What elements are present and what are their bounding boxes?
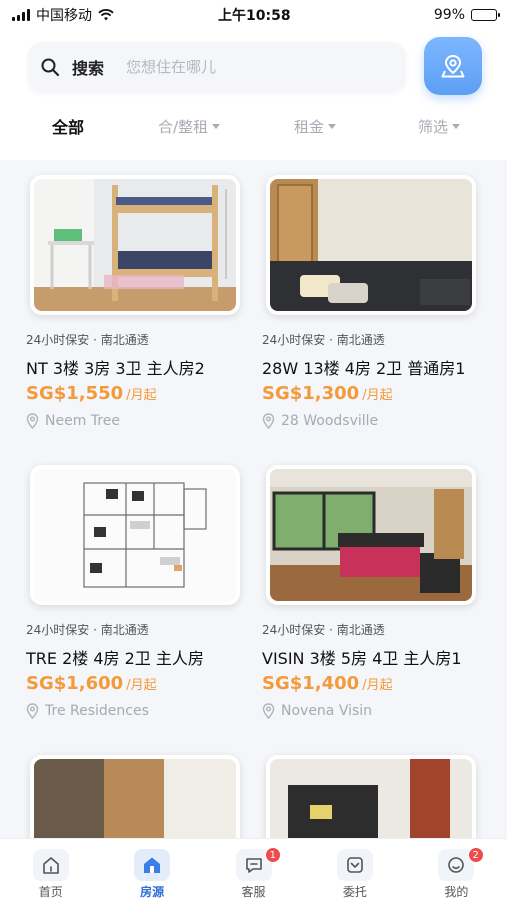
tab-profile[interactable]: 2 我的 (406, 839, 507, 900)
status-right: 99% (433, 7, 500, 23)
listing-tags: 24小时保安 · 南北通透 (262, 623, 385, 637)
status-bar: 中国移动 上午10:58 99% (0, 0, 507, 30)
tab-delegate-icon-wrap (336, 849, 373, 881)
listing-location-name: Neem Tree (45, 413, 120, 429)
tab-profile-label: 我的 (444, 885, 469, 899)
listing-photo[interactable] (266, 465, 476, 605)
listing-title: TRE 2楼 4房 2卫 主人房 (26, 649, 204, 668)
status-left: 中国移动 (12, 5, 114, 25)
caret-down-icon (328, 123, 337, 129)
filter-rent-type[interactable]: 合/整租 (158, 116, 221, 137)
tab-service-label: 客服 (241, 885, 266, 899)
chat-icon (245, 858, 262, 873)
tab-home-icon-wrap (32, 849, 69, 881)
carrier-name: 中国移动 (36, 8, 92, 24)
listing-price: SG$1,550 (26, 383, 124, 404)
battery-icon (471, 9, 500, 21)
location-pin-icon (26, 413, 39, 429)
signal-icon (12, 9, 30, 21)
filter-all-label: 全部 (52, 118, 85, 137)
location-pin-icon (26, 703, 39, 719)
listing-location-name: Novena Visin (281, 703, 373, 719)
tab-bar: 首页 房源 1 客服 委托 2 我的 (0, 838, 507, 900)
filter-more-label: 筛选 (418, 117, 449, 136)
filter-rent-label: 租金 (294, 117, 325, 136)
listing-tags: 24小时保安 · 南北通透 (262, 333, 385, 347)
tab-home[interactable]: 首页 (0, 839, 101, 900)
floor-plan-image (34, 469, 236, 601)
listing-location: Neem Tree (26, 413, 120, 429)
listing-photo[interactable] (266, 175, 476, 315)
listing-price-row: SG$1,600 /月起 (26, 673, 157, 694)
listing-location-name: 28 Woodsville (281, 413, 379, 429)
listing-photo[interactable] (30, 175, 240, 315)
caret-down-icon (212, 123, 221, 129)
search-label: 搜索 (72, 59, 105, 78)
listing-price-row: SG$1,550 /月起 (26, 383, 157, 404)
listing-tags: 24小时保安 · 南北通透 (26, 623, 149, 637)
filter-rent-type-label: 合/整租 (158, 117, 209, 136)
battery-percent: 99% (433, 7, 465, 23)
tab-delegate[interactable]: 委托 (304, 839, 405, 900)
map-location-icon (441, 54, 465, 78)
wifi-icon (98, 9, 114, 21)
tab-home-label: 首页 (38, 885, 63, 899)
listing-location: 28 Woodsville (262, 413, 378, 429)
listing-price-unit: /月起 (126, 388, 157, 403)
delegate-icon (347, 857, 363, 873)
tab-profile-badge: 2 (467, 847, 484, 863)
bedroom-window-image (270, 469, 472, 601)
search-input[interactable] (126, 58, 367, 76)
listing-location: Tre Residences (26, 703, 149, 719)
tab-delegate-label: 委托 (342, 885, 367, 899)
header-area: 搜索 全部 合/整租 租金 筛选 (0, 30, 507, 160)
filter-bar: 全部 合/整租 租金 筛选 (0, 108, 507, 144)
listing-price: SG$1,400 (262, 673, 360, 694)
filter-all[interactable]: 全部 (52, 114, 84, 138)
listing-price-unit: /月起 (362, 678, 393, 693)
profile-icon (448, 857, 465, 873)
listing-title: VISIN 3楼 5房 4卫 主人房1 (262, 649, 462, 668)
listing-price-unit: /月起 (362, 388, 393, 403)
tab-listings-label: 房源 (140, 885, 165, 899)
tab-listings-icon-wrap (134, 849, 171, 881)
house-icon (144, 857, 161, 873)
listing-title: NT 3楼 3房 3卫 主人房2 (26, 359, 205, 378)
listing-location: Novena Visin (262, 703, 372, 719)
tab-service-badge: 1 (264, 847, 281, 863)
listing-title: 28W 13楼 4房 2卫 普通房1 (262, 359, 466, 378)
listing-price-row: SG$1,400 /月起 (262, 673, 393, 694)
filter-more[interactable]: 筛选 (418, 116, 461, 137)
filter-rent[interactable]: 租金 (294, 116, 337, 137)
listing-price-unit: /月起 (126, 678, 157, 693)
home-icon (42, 857, 59, 874)
listing-photo[interactable] (30, 465, 240, 605)
location-pin-icon (262, 703, 275, 719)
listing-price: SG$1,600 (26, 673, 124, 694)
map-button[interactable] (424, 37, 482, 95)
tab-listings[interactable]: 房源 (101, 839, 202, 900)
bunk-bed-room-image (34, 179, 236, 311)
search-box[interactable]: 搜索 (28, 42, 406, 92)
tab-service[interactable]: 1 客服 (203, 839, 304, 900)
listing-tags: 24小时保安 · 南北通透 (26, 333, 149, 347)
search-icon (41, 58, 60, 77)
status-time: 上午10:58 (218, 8, 291, 24)
wardrobe-room-image (270, 179, 472, 311)
listing-price: SG$1,300 (262, 383, 360, 404)
listing-location-name: Tre Residences (45, 703, 149, 719)
location-pin-icon (262, 413, 275, 429)
listing-price-row: SG$1,300 /月起 (262, 383, 393, 404)
caret-down-icon (452, 123, 461, 129)
